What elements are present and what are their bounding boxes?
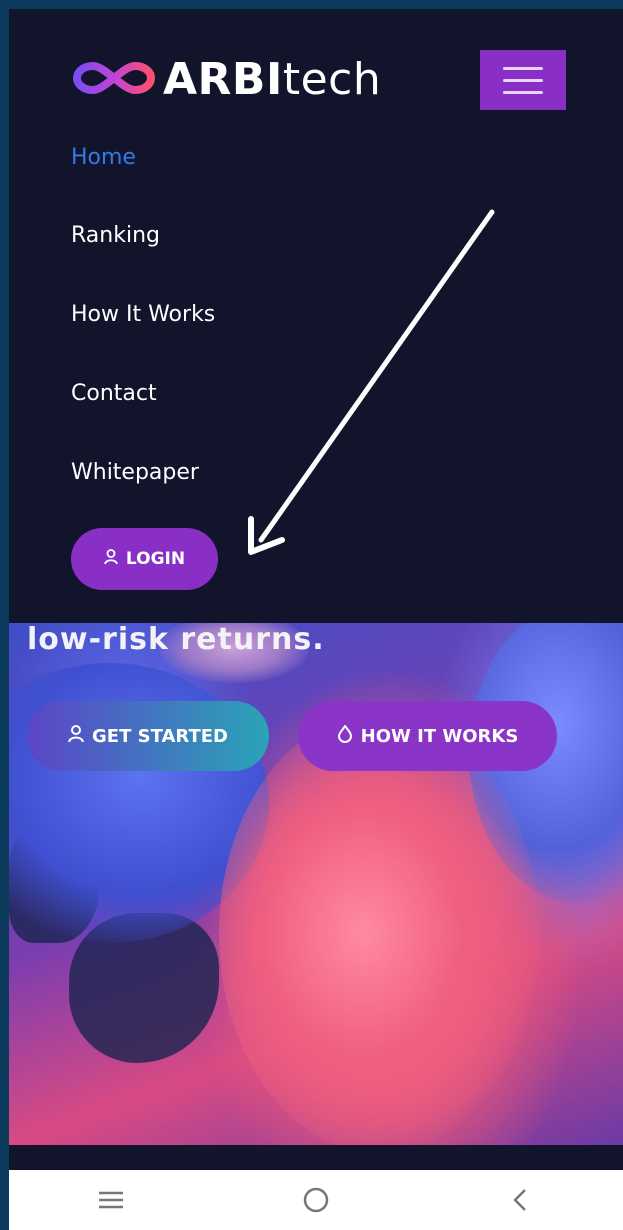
recent-apps-icon[interactable] [81, 1175, 141, 1225]
flame-icon [337, 723, 353, 748]
get-started-button[interactable]: GET STARTED [27, 701, 269, 771]
system-nav-bar [9, 1170, 623, 1230]
home-icon[interactable] [286, 1175, 346, 1225]
get-started-label: GET STARTED [92, 725, 228, 747]
annotation-arrow [248, 209, 495, 555]
hero-section: low-risk returns. GET STARTED HOW IT WOR… [9, 623, 623, 1145]
back-icon[interactable] [491, 1175, 551, 1225]
skin-shape [219, 713, 539, 1145]
how-it-works-label: HOW IT WORKS [360, 725, 519, 747]
phone-screen: low-risk returns. GET STARTED HOW IT WOR… [9, 9, 623, 1230]
hero-headline: low-risk returns. [27, 623, 325, 657]
user-icon [68, 724, 85, 748]
how-it-works-button[interactable]: HOW IT WORKS [298, 701, 557, 771]
